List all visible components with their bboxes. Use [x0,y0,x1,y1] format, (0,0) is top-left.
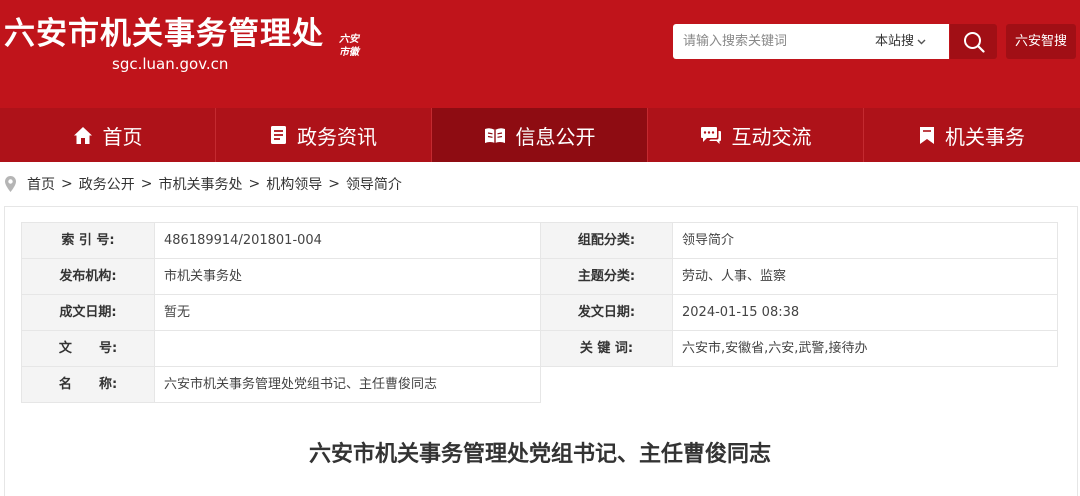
bookmark-icon [920,126,934,144]
city-seal-logo: 六安 市徽 [338,32,360,60]
nav-item-affairs[interactable]: 机关事务 [864,108,1080,162]
nav-item-interaction[interactable]: 互动交流 [648,108,864,162]
chevron-down-icon [917,39,926,44]
seal-text-line2: 市徽 [339,47,359,58]
nav-item-label: 政务资讯 [297,124,377,149]
location-pin-icon [5,176,16,192]
search-box: 本站搜 [673,24,949,59]
nav-item-label: 首页 [102,124,143,149]
meta-index-value: 486189914/201801-004 [154,222,541,259]
meta-published-value: 2024-01-15 08:38 [672,294,1058,331]
site-header: 六安市机关事务管理处 sgc.luan.gov.cn 六安 市徽 本站搜 六安智… [0,0,1080,108]
breadcrumb-separator: > [61,176,73,192]
breadcrumb-item-home[interactable]: 首页 [27,174,55,194]
breadcrumb-item-leader-profile[interactable]: 领导简介 [346,174,402,194]
site-domain: sgc.luan.gov.cn [112,55,229,73]
document-icon [271,126,286,144]
meta-created-value: 暂无 [154,294,541,331]
breadcrumb-separator: > [328,176,340,192]
main-nav: 首页 政务资讯 信息公开 互动交流 机关事务 [0,108,1080,162]
home-icon [73,126,92,144]
nav-item-label: 信息公开 [515,124,596,149]
search-button[interactable] [950,24,997,59]
meta-created-label: 成文日期: [21,294,155,331]
meta-keywords-label: 关 键 词: [540,330,673,367]
meta-name-label: 名 称: [21,366,155,403]
nav-item-info-disclosure[interactable]: 信息公开 [432,108,648,162]
breadcrumb-separator: > [248,176,261,192]
breadcrumb-item-gov-affairs[interactable]: 政务公开 [79,174,135,194]
meta-published-label: 发文日期: [540,294,673,331]
search-scope-label: 本站搜 [875,34,915,49]
breadcrumb-item-office[interactable]: 市机关事务处 [158,174,242,194]
meta-index-label: 索 引 号: [21,222,155,259]
open-book-icon [484,127,505,143]
meta-topic-value: 劳动、人事、监察 [672,258,1058,295]
meta-name-value: 六安市机关事务管理处党组书记、主任曹俊同志 [154,366,541,403]
search-input[interactable] [673,24,865,59]
meta-publisher-label: 发布机构: [21,258,155,295]
article-title: 六安市机关事务管理处党组书记、主任曹俊同志 [308,442,771,467]
search-scope-select[interactable]: 本站搜 [875,24,926,59]
breadcrumb-item-leadership[interactable]: 机构领导 [266,174,322,194]
meta-docno-label: 文 号: [21,330,155,367]
meta-category-label: 组配分类: [540,222,673,259]
smart-search-button[interactable]: 六安智搜 [1006,24,1076,59]
site-title[interactable]: 六安市机关事务管理处 [4,8,324,53]
meta-keywords-value: 六安市,安徽省,六安,武警,接待办 [672,330,1058,367]
chat-icon [700,126,721,144]
nav-item-label: 互动交流 [731,124,812,149]
seal-text-line1: 六安 [339,34,359,45]
breadcrumb-separator: > [140,176,153,192]
nav-item-home[interactable]: 首页 [0,108,216,162]
meta-category-value: 领导简介 [672,222,1058,259]
meta-topic-label: 主题分类: [540,258,673,295]
nav-item-label: 机关事务 [945,124,1025,149]
nav-item-news[interactable]: 政务资讯 [216,108,432,162]
breadcrumb: 首页 > 政务公开 > 市机关事务处 > 机构领导 > 领导简介 [0,162,1080,206]
meta-docno-value [154,330,541,367]
meta-publisher-value: 市机关事务处 [154,258,541,295]
search-icon [964,32,985,53]
